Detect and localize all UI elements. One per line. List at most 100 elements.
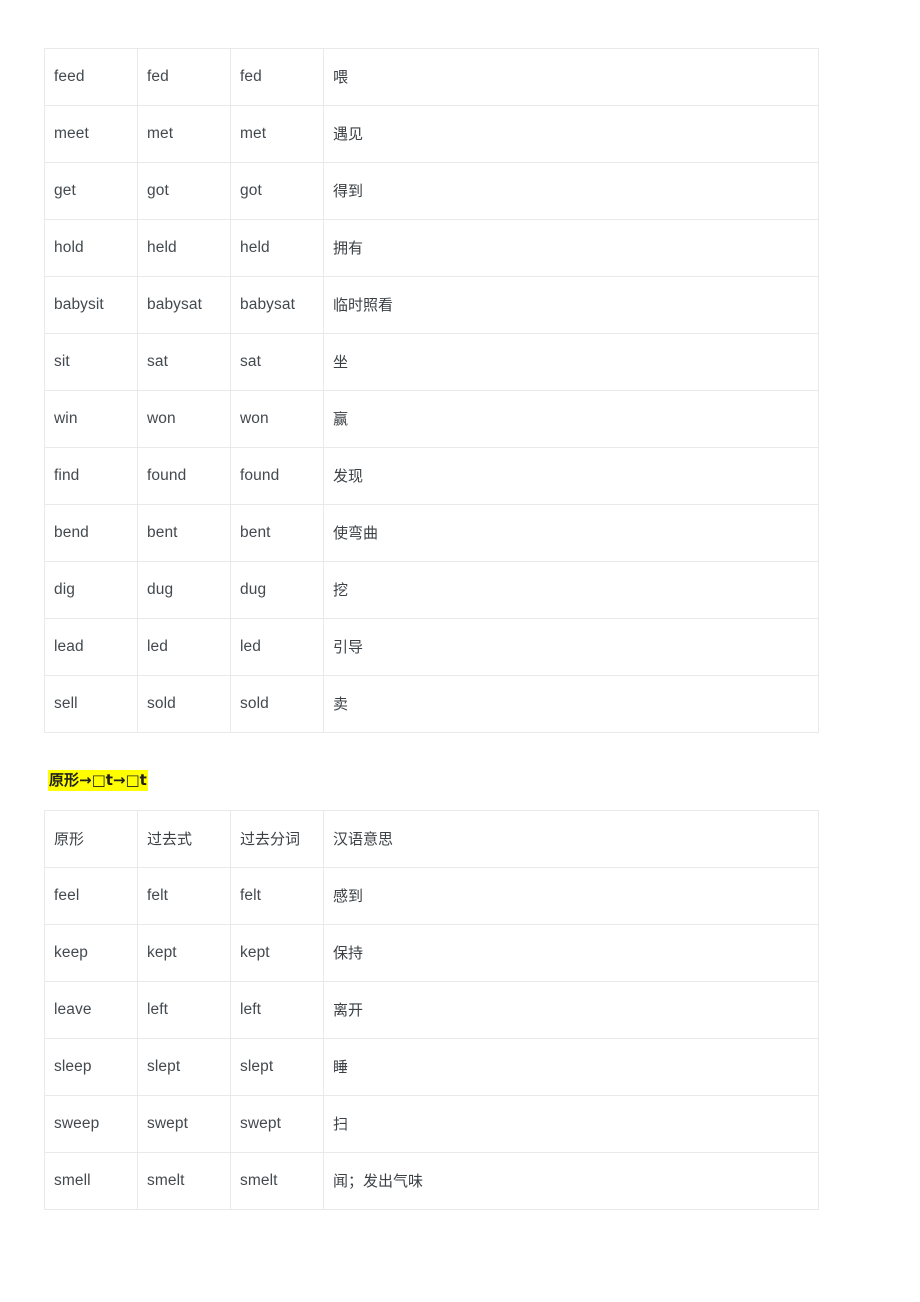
cell-past: held	[137, 219, 231, 277]
cell-participle: won	[230, 390, 324, 448]
cell-meaning: 睡	[323, 1038, 819, 1096]
cell-base: babysit	[44, 276, 138, 334]
table-row: meet met met 遇见	[44, 105, 819, 163]
cell-past: bent	[137, 504, 231, 562]
cell-participle: held	[230, 219, 324, 277]
cell-past: sat	[137, 333, 231, 391]
cell-base: sleep	[44, 1038, 138, 1096]
cell-participle: sold	[230, 675, 324, 733]
cell-past: left	[137, 981, 231, 1039]
cell-meaning: 离开	[323, 981, 819, 1039]
table-row: lead led led 引导	[44, 618, 819, 676]
table-row: dig dug dug 挖	[44, 561, 819, 619]
cell-past: fed	[137, 48, 231, 106]
table-row: feel felt felt 感到	[44, 867, 819, 925]
cell-base: sell	[44, 675, 138, 733]
cell-meaning: 赢	[323, 390, 819, 448]
cell-meaning: 喂	[323, 48, 819, 106]
cell-participle: found	[230, 447, 324, 505]
column-header-participle: 过去分词	[230, 810, 324, 868]
cell-past: sold	[137, 675, 231, 733]
cell-participle: smelt	[230, 1152, 324, 1210]
table-row: bend bent bent 使弯曲	[44, 504, 819, 562]
cell-past: slept	[137, 1038, 231, 1096]
cell-base: feel	[44, 867, 138, 925]
irregular-verb-table-1: feed fed fed 喂 meet met met 遇见 get got got 得到 hold he…	[44, 48, 819, 733]
cell-meaning: 拥有	[323, 219, 819, 277]
cell-participle: felt	[230, 867, 324, 925]
cell-past: swept	[137, 1095, 231, 1153]
cell-participle: slept	[230, 1038, 324, 1096]
cell-meaning: 卖	[323, 675, 819, 733]
table-row: sleep slept slept 睡	[44, 1038, 819, 1096]
cell-base: win	[44, 390, 138, 448]
table-row: find found found 发现	[44, 447, 819, 505]
cell-past: babysat	[137, 276, 231, 334]
irregular-verb-table-2: 原形 过去式 过去分词 汉语意思 feel felt felt 感到 keep kept k…	[44, 810, 819, 1210]
section-heading-highlight: 原形→□t→□t	[48, 770, 148, 791]
cell-meaning: 坐	[323, 333, 819, 391]
table-header-row: 原形 过去式 过去分词 汉语意思	[44, 810, 819, 868]
cell-base: sweep	[44, 1095, 138, 1153]
cell-meaning: 挖	[323, 561, 819, 619]
table-1-body: feed fed fed 喂 meet met met 遇见 get got got 得到 hold he…	[44, 48, 819, 733]
cell-meaning: 感到	[323, 867, 819, 925]
cell-participle: dug	[230, 561, 324, 619]
column-header-meaning: 汉语意思	[323, 810, 819, 868]
cell-participle: left	[230, 981, 324, 1039]
table-row: hold held held 拥有	[44, 219, 819, 277]
cell-base: keep	[44, 924, 138, 982]
cell-participle: met	[230, 105, 324, 163]
cell-past: led	[137, 618, 231, 676]
cell-meaning: 得到	[323, 162, 819, 220]
cell-meaning: 临时照看	[323, 276, 819, 334]
document-page: feed fed fed 喂 meet met met 遇见 get got got 得到 hold he…	[0, 0, 920, 1302]
table-row: smell smelt smelt 闻；发出气味	[44, 1152, 819, 1210]
cell-participle: sat	[230, 333, 324, 391]
table-row: feed fed fed 喂	[44, 48, 819, 106]
cell-base: leave	[44, 981, 138, 1039]
cell-base: bend	[44, 504, 138, 562]
cell-base: hold	[44, 219, 138, 277]
cell-past: smelt	[137, 1152, 231, 1210]
cell-base: feed	[44, 48, 138, 106]
table-row: win won won 赢	[44, 390, 819, 448]
table-2-header: 原形 过去式 过去分词 汉语意思	[44, 810, 819, 868]
cell-past: won	[137, 390, 231, 448]
column-header-past: 过去式	[137, 810, 231, 868]
cell-meaning: 引导	[323, 618, 819, 676]
cell-past: dug	[137, 561, 231, 619]
cell-meaning: 闻；发出气味	[323, 1152, 819, 1210]
cell-meaning: 扫	[323, 1095, 819, 1153]
table-row: get got got 得到	[44, 162, 819, 220]
table-row: sweep swept swept 扫	[44, 1095, 819, 1153]
cell-base: find	[44, 447, 138, 505]
cell-participle: kept	[230, 924, 324, 982]
cell-participle: got	[230, 162, 324, 220]
cell-base: get	[44, 162, 138, 220]
cell-base: smell	[44, 1152, 138, 1210]
cell-past: got	[137, 162, 231, 220]
cell-past: kept	[137, 924, 231, 982]
cell-participle: fed	[230, 48, 324, 106]
table-row: sell sold sold 卖	[44, 675, 819, 733]
cell-participle: led	[230, 618, 324, 676]
cell-past: found	[137, 447, 231, 505]
section-heading: 原形→□t→□t	[48, 770, 148, 791]
table-row: leave left left 离开	[44, 981, 819, 1039]
cell-participle: babysat	[230, 276, 324, 334]
table-2-body: feel felt felt 感到 keep kept kept 保持 leave left lef…	[44, 867, 819, 1210]
cell-meaning: 使弯曲	[323, 504, 819, 562]
cell-meaning: 发现	[323, 447, 819, 505]
table-row: sit sat sat 坐	[44, 333, 819, 391]
cell-base: meet	[44, 105, 138, 163]
cell-past: felt	[137, 867, 231, 925]
cell-base: sit	[44, 333, 138, 391]
cell-base: lead	[44, 618, 138, 676]
cell-meaning: 遇见	[323, 105, 819, 163]
cell-meaning: 保持	[323, 924, 819, 982]
column-header-base: 原形	[44, 810, 138, 868]
cell-base: dig	[44, 561, 138, 619]
cell-past: met	[137, 105, 231, 163]
table-row: keep kept kept 保持	[44, 924, 819, 982]
